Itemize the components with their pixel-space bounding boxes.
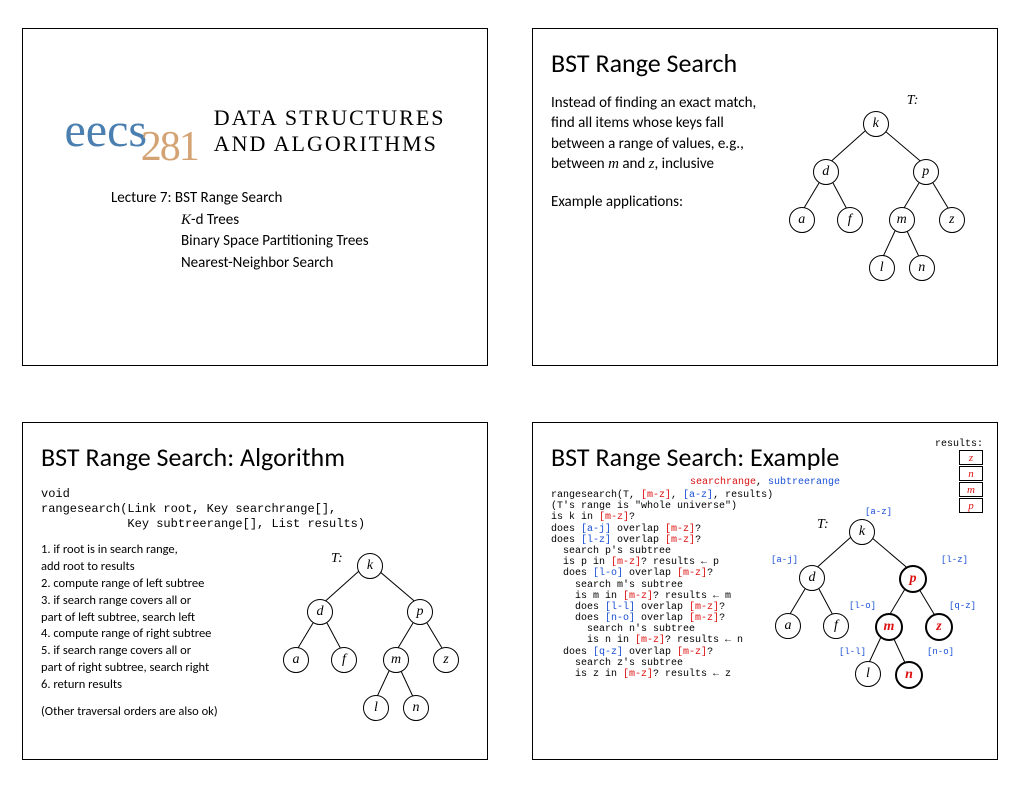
slide4-right: results: z n m p T: [a-z] [a-j] [l-z] [l… [773,439,983,729]
tree-node-m: m [383,647,409,673]
algorithm-steps: 1. if root is in search range, add root … [41,542,289,721]
algo-step: 3. if search range covers all or [41,593,289,610]
tree-node-l: l [869,255,895,281]
tree-node-k: k [863,111,889,137]
algo-note: (Other traversal orders are also ok) [41,704,289,721]
slide-2: BST Range Search Instead of finding an e… [532,28,998,366]
tree-node-f: f [823,613,849,639]
tree-node-n: n [909,255,935,281]
slide4-tree: T: [a-z] [a-j] [l-z] [l-o] [q-z] [l-l] [… [773,519,983,729]
tree-node-p: p [913,159,939,185]
algo-step: 2. compute range of left subtree [41,576,289,593]
tree-node-d: d [799,565,825,591]
tree-node-z: z [433,647,459,673]
course-title: DATA STRUCTURES AND ALGORITHMS [214,105,446,158]
tree-node-d: d [307,599,333,625]
slide-grid: eecs 281 DATA STRUCTURES AND ALGORITHMS … [0,0,1020,788]
slide-title: BST Range Search: Algorithm [41,441,469,473]
course-title-line1: DATA STRUCTURES [214,105,446,131]
algo-step: part of right subtree, search right [41,660,289,677]
slide-3: BST Range Search: Algorithm void rangese… [22,422,488,760]
result-item: z [959,450,983,465]
tree-node-f: f [331,647,357,673]
tree-node-m: m [889,207,915,233]
algo-step: part of left subtree, search left [41,610,289,627]
tree-node-k: k [357,553,383,579]
tree-node-p: p [407,599,433,625]
course-number: 281 [141,124,198,170]
course-logo: eecs 281 DATA STRUCTURES AND ALGORITHMS [41,105,469,158]
tree-node-a: a [283,647,309,673]
inclusive-text: , inclusive [655,155,715,173]
algo-step: 5. if search range covers all or [41,643,289,660]
algo-step: 1. if root is in search range, [41,542,289,559]
lecture-line: Nearest-Neighbor Search [181,253,469,275]
range-az: [a-z] [865,507,892,517]
tree-node-p: p [899,565,927,593]
lecture-topics: Lecture 7: BST Range Search KK-d Trees-d… [111,188,469,275]
var-m: m [608,156,619,172]
algo-step: 6. return results [41,677,289,694]
algo-step: add root to results [41,559,289,576]
example-apps-label: Example applications: [551,192,777,212]
trace-lines: rangesearch(T, [m-z], [a-z], results)(T'… [551,490,765,680]
slide-4: BST Range Search: Example searchrange, s… [532,422,998,760]
lecture-line: Lecture 7: BST Range Search [111,188,469,210]
tree-node-k: k [849,519,875,545]
tree-node-n: n [895,661,923,689]
tree-node-m: m [875,613,903,641]
tree-node-a: a [775,613,801,639]
slide-title: BST Range Search [551,47,979,79]
tree-node-z: z [939,207,965,233]
results-label: results: [773,439,983,450]
lecture-line: KK-d Trees-d Trees [181,210,469,232]
tree-node-n: n [403,695,429,721]
slide-1: eecs 281 DATA STRUCTURES AND ALGORITHMS … [22,28,488,366]
algo-step: 4. compute range of right subtree [41,626,289,643]
result-item: n [959,466,983,481]
and-text: and [619,155,649,173]
result-item: p [959,498,983,513]
tree-node-d: d [813,159,839,185]
slide2-text: Instead of finding an exact match, find … [551,93,777,293]
slide3-tree: T: k d p a f m z l n [281,553,471,753]
course-title-line2: AND ALGORITHMS [214,131,446,157]
tree-node-f: f [837,207,863,233]
slide2-tree: T: k d p a f m z l n [787,93,979,293]
lecture-line: Binary Space Partitioning Trees [181,231,469,253]
result-item: m [959,482,983,497]
tree-node-a: a [789,207,815,233]
tree-node-l: l [855,661,881,687]
results-stack: z n m p [773,450,983,513]
tree-node-l: l [363,695,389,721]
eecs-text: eecs [65,104,148,157]
code-block: void rangesearch(Link root, Key searchra… [41,487,469,532]
tree-node-z: z [925,613,953,641]
